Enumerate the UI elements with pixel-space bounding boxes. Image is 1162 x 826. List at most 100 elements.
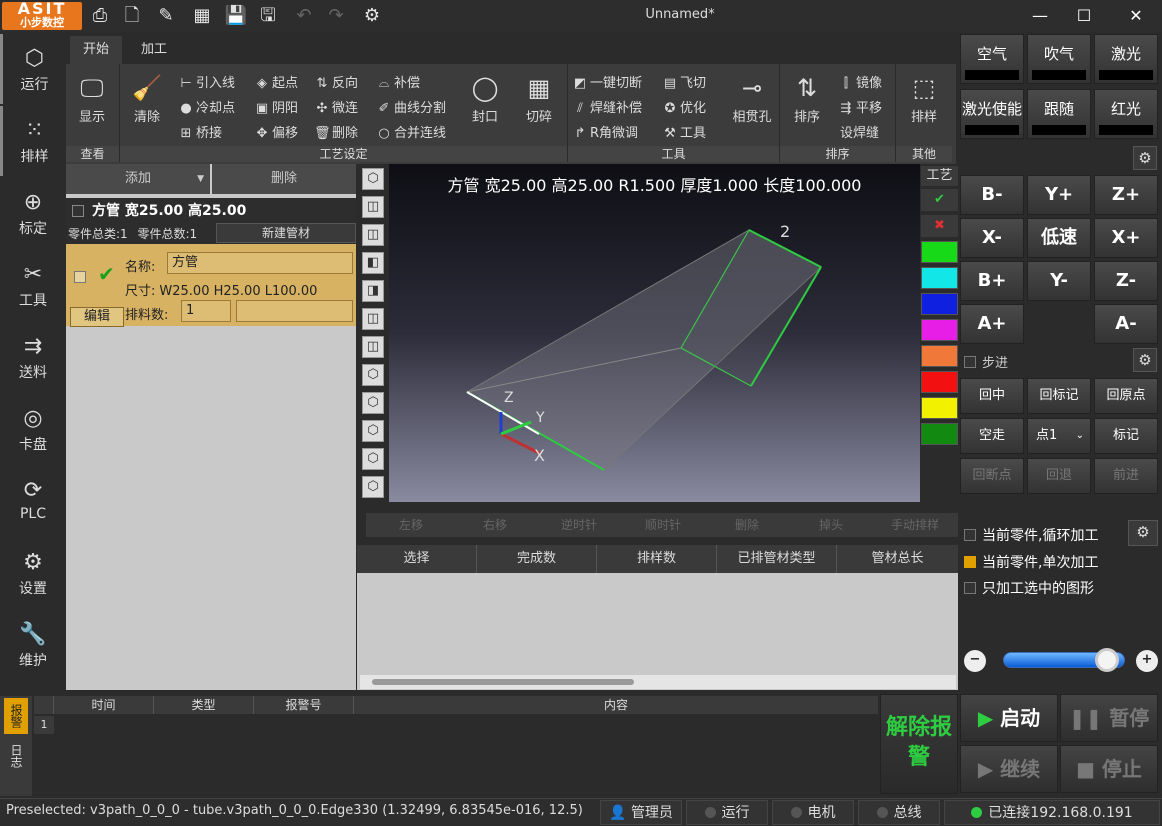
dry-run-button[interactable]: 空走 (960, 418, 1024, 454)
tube-checkbox[interactable] (72, 205, 84, 217)
nav-feed[interactable]: ⇉ 送料 (0, 322, 66, 392)
seal-button[interactable]: ◯ 封口 (462, 70, 508, 125)
laser-enable-button[interactable]: 激光使能 (960, 89, 1024, 139)
red-light-button[interactable]: 红光 (1094, 89, 1158, 139)
return-breakpoint-button[interactable]: 回断点 (960, 458, 1024, 494)
gear-icon[interactable]: ⚙ (1133, 146, 1157, 170)
add-button[interactable]: 添加 ▼ (66, 164, 210, 194)
jog-a-minus[interactable]: A- (1094, 304, 1158, 344)
color-swatch[interactable] (921, 241, 958, 263)
curve-split-button[interactable]: ✐ 曲线分割 (376, 97, 446, 116)
jog-y-plus[interactable]: Y+ (1027, 175, 1091, 215)
return-mark-button[interactable]: 回标记 (1027, 378, 1091, 414)
color-swatch[interactable] (921, 371, 958, 393)
tools-button[interactable]: ⚒ 工具 (662, 122, 706, 141)
nesting-icon[interactable]: ▦ (190, 4, 214, 28)
nav-plc[interactable]: ⟳ PLC (0, 466, 66, 536)
color-swatch[interactable] (921, 345, 958, 367)
print-icon[interactable]: ⎙ (88, 4, 112, 28)
micro-joint-button[interactable]: ✣ 微连 (314, 97, 358, 116)
gear-icon[interactable]: ⚙ (1133, 348, 1157, 372)
return-center-button[interactable]: 回中 (960, 378, 1024, 414)
forward-button[interactable]: 前进 (1094, 458, 1158, 494)
minimize-button[interactable]: — (1024, 4, 1056, 28)
maximize-button[interactable]: ☐ (1068, 4, 1100, 28)
weld-comp-button[interactable]: ⫽ 焊缝补偿 (572, 97, 642, 116)
view-bottom-icon[interactable]: ◫ (362, 336, 384, 358)
move-right-button[interactable]: 右移 (452, 513, 538, 537)
close-button[interactable]: ✕ (1120, 4, 1152, 28)
plus-icon[interactable]: + (1136, 650, 1158, 672)
move-left-button[interactable]: 左移 (366, 513, 456, 537)
delete-part-button[interactable]: 删除 (212, 164, 356, 194)
view-right-icon[interactable]: ◨ (362, 280, 384, 302)
cw-button[interactable]: 顺时针 (620, 513, 706, 537)
view-top-icon[interactable]: ◫ (362, 308, 384, 330)
color-swatch[interactable] (921, 293, 958, 315)
tab-start[interactable]: 开始 (70, 36, 122, 64)
follow-button[interactable]: 跟随 (1027, 89, 1091, 139)
op-delete-button[interactable]: 删除 (704, 513, 790, 537)
view-3d-4-icon[interactable]: ⬡ (362, 448, 384, 470)
reverse-button[interactable]: ⇅ 反向 (314, 72, 358, 91)
nav-tools[interactable]: ✂ 工具 (0, 250, 66, 320)
point-select[interactable]: 点1 ⌄ (1027, 418, 1091, 454)
color-swatch[interactable] (921, 267, 958, 289)
clear-button[interactable]: 🧹 清除 (124, 70, 170, 125)
laser-button[interactable]: 激光 (1094, 34, 1158, 84)
translate-button[interactable]: ⇶ 平移 (838, 97, 882, 116)
single-process-checkbox[interactable]: 当前零件,单次加工 (964, 552, 1098, 572)
jog-a-plus[interactable]: A+ (960, 304, 1024, 344)
nav-settings[interactable]: ⚙ 设置 (0, 538, 66, 608)
jog-x-plus[interactable]: X+ (1094, 218, 1158, 258)
jog-x-minus[interactable]: X- (960, 218, 1024, 258)
nav-maintain[interactable]: 🔧 维护 (0, 610, 66, 680)
delete-button[interactable]: 🗑删除 (314, 122, 358, 141)
edit-file-icon[interactable]: ✎ (154, 4, 178, 28)
one-key-cut-button[interactable]: ◩ 一键切断 (572, 72, 642, 91)
manual-nest-button[interactable]: 手动排样 (872, 513, 958, 537)
fly-cut-button[interactable]: ▤ 飞切 (662, 72, 706, 91)
jog-b-minus[interactable]: B- (960, 175, 1024, 215)
view-3d-5-icon[interactable]: ⬡ (362, 476, 384, 498)
cross-hole-button[interactable]: ⊸ 相贯孔 (728, 70, 776, 125)
nav-run[interactable]: ⬡ 运行 (0, 34, 66, 104)
reject-icon[interactable]: ✖ (921, 215, 958, 237)
count-input[interactable]: 1 (181, 300, 231, 322)
mark-button[interactable]: 标记 (1094, 418, 1158, 454)
edit-button[interactable]: 编辑 (70, 307, 124, 327)
undo-icon[interactable]: ↶ (292, 4, 316, 28)
view-iso-icon[interactable]: ⬡ (362, 168, 384, 190)
color-swatch[interactable] (921, 397, 958, 419)
view-3d-3-icon[interactable]: ⬡ (362, 420, 384, 442)
view-back-icon[interactable]: ◫ (362, 224, 384, 246)
air-button[interactable]: 空气 (960, 34, 1024, 84)
gear-icon[interactable]: ⚙ (360, 4, 384, 28)
ccw-button[interactable]: 逆时针 (536, 513, 622, 537)
jog-b-plus[interactable]: B+ (960, 261, 1024, 301)
pause-button[interactable]: ❚❚ 暂停 (1060, 694, 1158, 742)
minus-icon[interactable]: − (964, 650, 986, 672)
tab-process[interactable]: 加工 (126, 36, 182, 64)
scrollbar-thumb[interactable] (372, 679, 634, 685)
cooling-point-button[interactable]: ● 冷却点 (178, 97, 235, 116)
jog-z-plus[interactable]: Z+ (1094, 175, 1158, 215)
yin-yang-button[interactable]: ▣ 阴阳 (254, 97, 298, 116)
compensate-button[interactable]: ⌓ 补偿 (376, 72, 420, 91)
optimize-button[interactable]: ✪ 优化 (662, 97, 706, 116)
merge-lines-button[interactable]: ○ 合并连线 (376, 122, 446, 141)
tab-log[interactable]: 日志 (4, 738, 28, 774)
accept-icon[interactable]: ✔ (921, 189, 958, 211)
turnaround-button[interactable]: 掉头 (788, 513, 874, 537)
start-point-button[interactable]: ◈ 起点 (254, 72, 298, 91)
loop-process-checkbox[interactable]: 当前零件,循环加工 (964, 525, 1098, 545)
color-swatch[interactable] (921, 319, 958, 341)
shred-button[interactable]: ▦ 切碎 (516, 70, 562, 125)
nav-chuck[interactable]: ◎ 卡盘 (0, 394, 66, 464)
return-origin-button[interactable]: 回原点 (1094, 378, 1158, 414)
part-checkbox[interactable] (74, 271, 86, 283)
sort-button[interactable]: ⇅ 排序 (784, 70, 830, 125)
step-checkbox[interactable]: 步进 (964, 352, 1008, 371)
continue-button[interactable]: ▶ 继续 (960, 745, 1058, 793)
gear-icon[interactable]: ⚙ (1128, 520, 1158, 546)
